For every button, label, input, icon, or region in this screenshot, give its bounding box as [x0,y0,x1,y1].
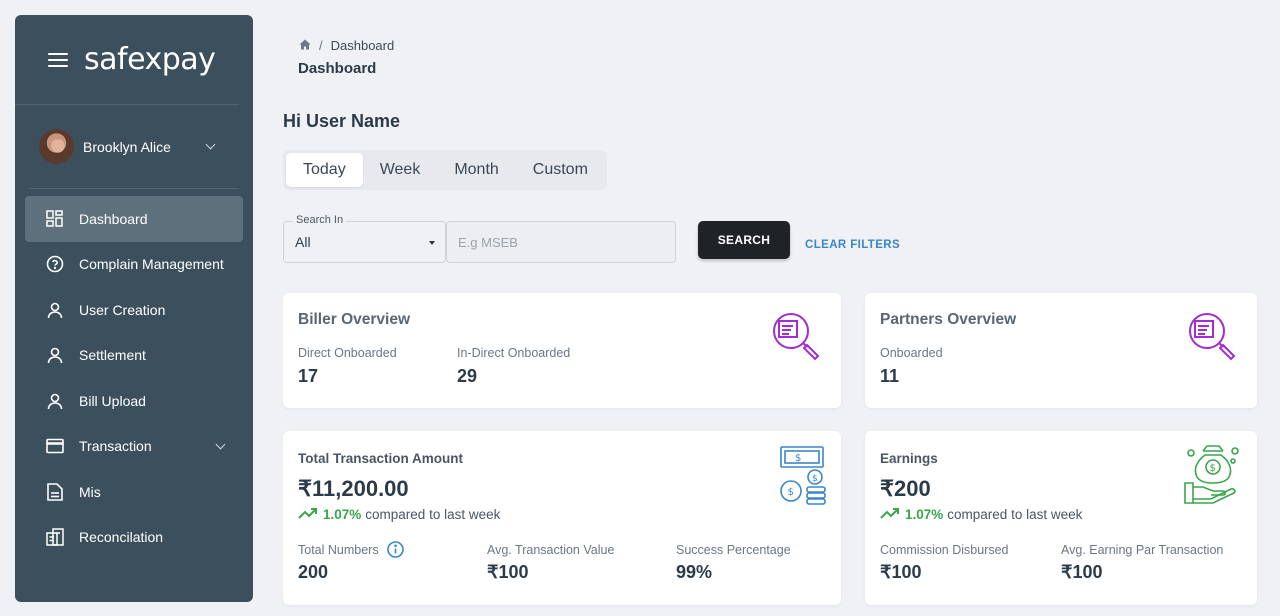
avg-earning-value: ₹100 [1061,562,1103,582]
trend-percent: 1.07% [323,507,362,522]
search-input[interactable] [446,221,676,263]
sidebar-item-mis[interactable]: Mis [25,469,243,515]
sidebar-item-label: Mis [79,483,101,500]
success-percentage-value: 99% [676,562,713,582]
sidebar-item-bill-upload[interactable]: Bill Upload [25,378,243,424]
commission-disbursed-value: ₹100 [880,562,922,582]
earnings-amount-value: ₹200 [880,476,931,501]
money-bag-hand-icon: $ [1183,443,1243,510]
chevron-down-icon [205,139,216,150]
trend-indicator: 1.07% compared to last week [298,507,500,522]
tab-custom[interactable]: Custom [516,153,605,187]
earnings-card: Earnings ₹200 1.07% compared to last wee… [865,431,1257,605]
sidebar-item-reconcilation[interactable]: Reconcilation [25,515,243,561]
total-numbers-label: Total Numbers [298,543,379,557]
onboarded-value: 11 [880,366,900,386]
document-icon [45,482,64,501]
page-title: Dashboard [298,60,377,77]
sidebar-item-label: User Creation [79,301,166,318]
period-tabs: Today Week Month Custom [283,150,607,190]
tab-week[interactable]: Week [363,153,438,187]
sidebar-item-label: Bill Upload [79,392,146,409]
caret-down-icon [429,241,435,245]
user-icon [45,300,64,319]
user-icon [45,346,64,365]
chevron-down-icon [215,439,226,450]
brand-header: safexpay [15,15,239,105]
sidebar-item-user-creation[interactable]: User Creation [25,287,243,333]
tab-today[interactable]: Today [286,153,363,187]
card-title: Partners Overview [880,311,1017,328]
indirect-onboarded-label: In-Direct Onboarded [457,346,571,360]
magnifier-report-icon [1185,309,1241,368]
search-in-value: All [295,234,311,250]
sidebar-item-settlement[interactable]: Settlement [25,333,243,379]
search-in-label: Search In [293,214,347,226]
tab-month[interactable]: Month [437,153,515,187]
sidebar-item-label: Reconcilation [79,529,164,546]
sidebar-item-dashboard[interactable]: Dashboard [25,196,243,242]
onboarded-label: Onboarded [880,346,943,360]
home-icon[interactable] [299,38,311,53]
magnifier-report-icon [769,309,825,368]
indirect-onboarded-value: 29 [457,366,478,386]
sidebar-item-complain-management[interactable]: Complain Management [25,242,243,288]
trend-up-icon [298,507,318,522]
card-title: Total Transaction Amount [298,451,464,466]
total-numbers-value: 200 [298,562,329,582]
trend-text: compared to last week [365,507,501,522]
avg-transaction-label: Avg. Transaction Value [487,543,615,557]
brand-logo: safexpay [84,42,216,77]
sidebar-item-transaction[interactable]: Transaction [25,424,243,470]
sidebar: safexpay Brooklyn Alice Dashboard Compla… [15,15,253,602]
biller-overview-card: Biller Overview Direct Onboarded 17 In-D… [283,293,841,408]
dashboard-icon [45,209,64,228]
user-name: Brooklyn Alice [83,138,171,155]
success-percentage-label: Success Percentage [676,543,791,557]
trend-text: compared to last week [947,507,1083,522]
breadcrumb-item[interactable]: Dashboard [331,38,395,53]
sidebar-item-label: Dashboard [79,210,148,227]
svg-text:$: $ [795,453,801,464]
partners-overview-card: Partners Overview Onboarded 11 [865,293,1257,408]
breadcrumb: / Dashboard [299,38,394,53]
sidebar-nav: Dashboard Complain Management User Creat… [15,189,253,560]
user-menu[interactable]: Brooklyn Alice [29,105,239,189]
question-circle-icon [45,255,64,274]
card-title: Biller Overview [298,311,411,328]
money-coins-icon: $ $ $ [779,445,827,510]
search-button[interactable]: SEARCH [698,221,790,259]
direct-onboarded-label: Direct Onboarded [298,346,397,360]
svg-text:$: $ [788,487,794,498]
menu-icon[interactable] [48,52,68,67]
clear-filters-link[interactable]: CLEAR FILTERS [805,239,900,251]
trend-percent: 1.07% [905,507,944,522]
card-icon [45,437,64,456]
trend-indicator: 1.07% compared to last week [880,507,1082,522]
commission-disbursed-label: Commission Disbursed [880,543,1009,557]
avg-transaction-value: ₹100 [487,562,529,582]
card-title: Earnings [880,451,938,466]
sidebar-item-label: Settlement [79,347,146,364]
avg-earning-label: Avg. Earning Par Transaction [1061,543,1224,557]
sidebar-item-label: Complain Management [79,256,224,273]
trend-up-icon [880,507,900,522]
transaction-amount-value: ₹11,200.00 [298,476,409,501]
avatar [39,129,74,164]
transaction-amount-card: Total Transaction Amount ₹11,200.00 1.07… [283,431,841,605]
breadcrumb-separator: / [319,38,323,53]
search-in-select[interactable]: Search In All [283,214,446,263]
info-icon[interactable] [387,541,404,558]
greeting: Hi User Name [283,111,401,131]
reconcile-icon [45,528,64,547]
direct-onboarded-value: 17 [298,366,319,386]
svg-text:$: $ [1210,463,1216,474]
sidebar-item-label: Transaction [79,438,152,455]
user-icon [45,391,64,410]
svg-text:$: $ [812,474,818,484]
